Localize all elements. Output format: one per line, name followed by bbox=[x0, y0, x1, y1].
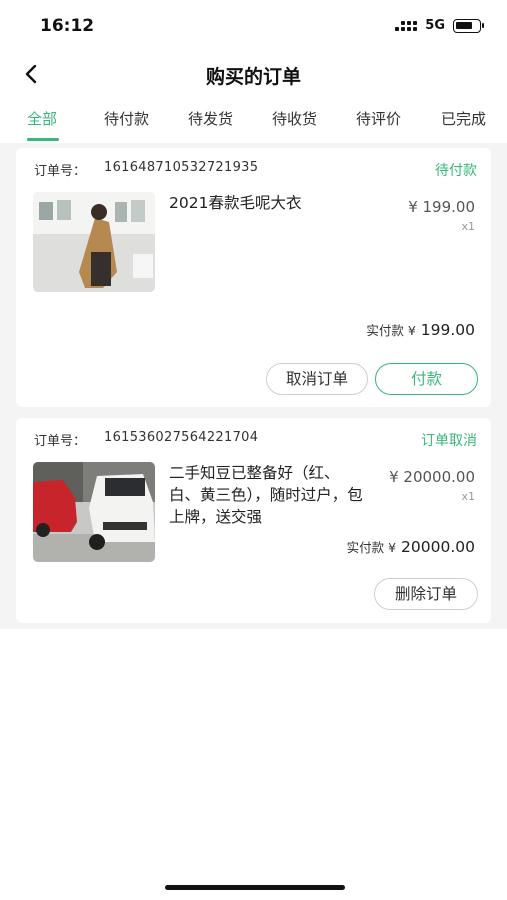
cancel-order-button[interactable]: 取消订单 bbox=[266, 363, 368, 395]
tab-completed[interactable]: 已完成 bbox=[441, 108, 486, 129]
paid-label: 实付款 ¥ bbox=[366, 323, 416, 338]
order-card[interactable]: 订单号： 161536027564221704 订单取消 二手知豆已整备好（红、… bbox=[16, 418, 491, 623]
page-title: 购买的订单 bbox=[205, 66, 301, 88]
home-indicator[interactable] bbox=[165, 885, 345, 890]
paid-amount: 199.00 bbox=[415, 321, 475, 339]
tab-pending-shipment[interactable]: 待发货 bbox=[188, 108, 233, 129]
product-price: ¥ 20000.00 bbox=[389, 468, 475, 486]
signal-icon bbox=[395, 19, 418, 33]
network-label: 5G bbox=[425, 18, 445, 33]
product-quantity: x1 bbox=[461, 490, 475, 503]
product-quantity: x1 bbox=[461, 220, 475, 233]
order-status: 待付款 bbox=[435, 163, 477, 179]
order-tabs: 全部 待付款 待发货 待收货 待评价 已完成 bbox=[0, 103, 507, 143]
order-status: 订单取消 bbox=[421, 433, 477, 449]
status-time: 16:12 bbox=[40, 16, 95, 36]
order-number-label: 订单号： bbox=[34, 164, 87, 179]
product-title[interactable]: 2021春款毛呢大衣 bbox=[169, 192, 369, 214]
paid-amount-row: 实付款 ¥ 20000.00 bbox=[347, 537, 475, 556]
product-title[interactable]: 二手知豆已整备好（红、白、黄三色），随时过户，包上牌，送交强 bbox=[169, 462, 369, 528]
tab-indicator bbox=[27, 138, 59, 141]
paid-amount-row: 实付款 ¥ 199.00 bbox=[366, 320, 475, 339]
order-number: 161648710532721935 bbox=[104, 160, 259, 175]
paid-label: 实付款 ¥ bbox=[346, 540, 397, 555]
tab-pending-payment[interactable]: 待付款 bbox=[104, 108, 149, 129]
order-number: 161536027564221704 bbox=[104, 430, 259, 445]
product-image[interactable] bbox=[33, 462, 155, 562]
status-indicators: 5G bbox=[395, 18, 484, 33]
nav-bar: 购买的订单 bbox=[0, 52, 507, 96]
tab-pending-review[interactable]: 待评价 bbox=[356, 108, 401, 129]
pay-button[interactable]: 付款 bbox=[375, 363, 478, 395]
battery-icon bbox=[453, 18, 484, 33]
tab-pending-receipt[interactable]: 待收货 bbox=[272, 108, 317, 129]
delete-order-button[interactable]: 删除订单 bbox=[374, 578, 478, 610]
order-number-label: 订单号： bbox=[34, 434, 87, 449]
status-bar: 16:12 5G bbox=[0, 0, 507, 52]
product-image[interactable] bbox=[33, 192, 155, 292]
order-card[interactable]: 订单号： 161648710532721935 待付款 2021春款毛呢大衣 ¥… bbox=[16, 148, 491, 407]
product-price: ¥ 199.00 bbox=[408, 198, 475, 216]
paid-amount: 20000.00 bbox=[396, 538, 475, 556]
tab-all[interactable]: 全部 bbox=[27, 108, 57, 129]
